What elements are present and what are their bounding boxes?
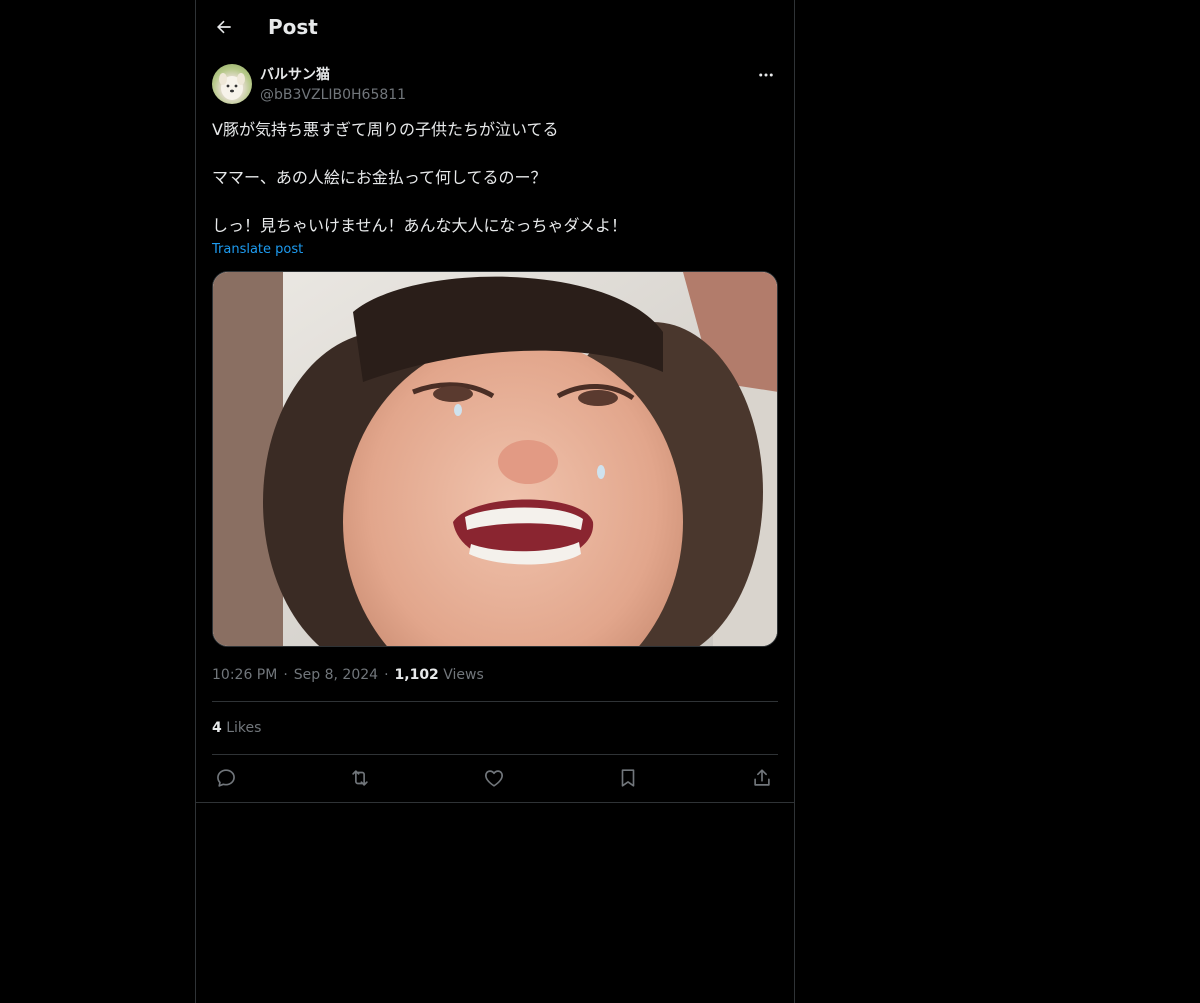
post-text-line: しっ！見ちゃいけません！あんな大人になっちゃダメよ！: [212, 216, 628, 235]
divider: [212, 754, 778, 755]
views-label: Views: [443, 667, 484, 683]
action-bar: [212, 764, 778, 792]
views-count: 1,102: [394, 667, 439, 683]
post-header: Post: [196, 0, 794, 54]
post-text-blank-line: [212, 190, 778, 214]
more-options-button[interactable]: [754, 64, 778, 86]
like-button[interactable]: [480, 764, 508, 792]
repost-button[interactable]: [346, 764, 374, 792]
back-button[interactable]: [208, 11, 240, 43]
reply-icon: [217, 769, 235, 787]
bookmark-icon: [621, 769, 635, 787]
author-display-name[interactable]: バルサン猫: [260, 66, 330, 84]
likes-label: Likes: [226, 720, 262, 736]
bookmark-button[interactable]: [614, 764, 642, 792]
reply-button[interactable]: [212, 764, 240, 792]
post-text-blank-line: [212, 142, 778, 166]
share-icon: [754, 769, 770, 786]
like-heart-icon: [485, 770, 503, 787]
post-media-image[interactable]: [212, 271, 778, 647]
post-text-line: V豚が気持ち悪すぎて周りの子供たちが泣いてる: [212, 120, 559, 139]
post-text: V豚が気持ち悪すぎて周りの子供たちが泣いてる ママー、あの人絵にお金払って何して…: [212, 118, 778, 238]
post-text-line: ママー、あの人絵にお金払って何してるのー？: [212, 168, 547, 187]
post-column: Post バルサン猫 @bB3VZLIB0H65811 V豚が気持ち悪すぎて周り…: [195, 0, 795, 1003]
post-author: バルサン猫 @bB3VZLIB0H65811: [212, 64, 778, 108]
post-date[interactable]: Sep 8, 2024: [294, 667, 378, 683]
share-button[interactable]: [748, 764, 776, 792]
post-bottom-border: [196, 802, 794, 803]
arrow-left-icon: [217, 20, 231, 34]
more-horizontal-icon: [759, 73, 773, 77]
page-title: Post: [268, 15, 318, 39]
translate-post-link[interactable]: Translate post: [212, 241, 303, 259]
likes-count: 4: [212, 720, 222, 736]
divider: [212, 701, 778, 702]
author-handle[interactable]: @bB3VZLIB0H65811: [260, 86, 406, 104]
avatar[interactable]: [212, 64, 252, 104]
post-time[interactable]: 10:26 PM: [212, 667, 277, 683]
meta-separator: ·: [283, 667, 288, 683]
retweet-icon: [352, 770, 368, 786]
likes-summary[interactable]: 4 Likes: [212, 717, 261, 739]
crying-child-photo: [213, 272, 777, 646]
avatar-dog-image: [219, 73, 245, 100]
meta-separator: ·: [384, 667, 389, 683]
post-meta: 10:26 PM · Sep 8, 2024 · 1,102 Views: [212, 664, 484, 686]
